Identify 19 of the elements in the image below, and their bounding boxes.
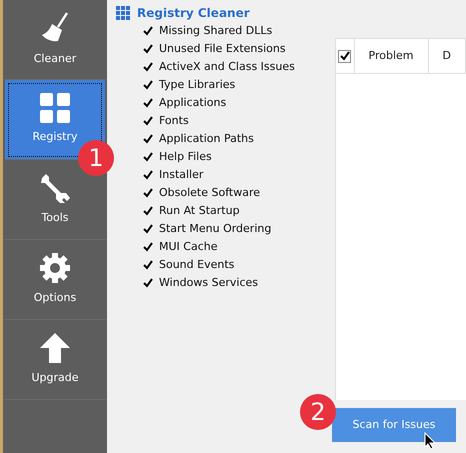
checkbox-label: Obsolete Software: [159, 184, 260, 201]
checkbox-label: Unused File Extensions: [159, 40, 286, 57]
checkbox-label: Start Menu Ordering: [159, 220, 272, 237]
checkbox-label: MUI Cache: [159, 238, 218, 255]
checkbox-label: Help Files: [159, 148, 212, 165]
checkbox-label: Fonts: [159, 112, 189, 129]
checkbox-label: Applications: [159, 94, 226, 111]
checkbox-label: Missing Shared DLLs: [159, 22, 272, 39]
checkbox-label: Installer: [159, 166, 204, 183]
checkbox-label: ActiveX and Class Issues: [159, 58, 295, 75]
checkbox-label: Run At Startup: [159, 202, 240, 219]
column-header[interactable]: D: [428, 39, 466, 73]
checkbox-label: Type Libraries: [159, 76, 236, 93]
column-header[interactable]: Problem: [354, 39, 429, 73]
checkbox-label: Sound Events: [159, 256, 234, 273]
section-title: Registry Cleaner: [137, 5, 250, 22]
checkbox-label: Application Paths: [159, 130, 254, 147]
scan-button[interactable]: Scan for Issues: [332, 408, 456, 442]
checkbox-label: Windows Services: [159, 274, 258, 291]
